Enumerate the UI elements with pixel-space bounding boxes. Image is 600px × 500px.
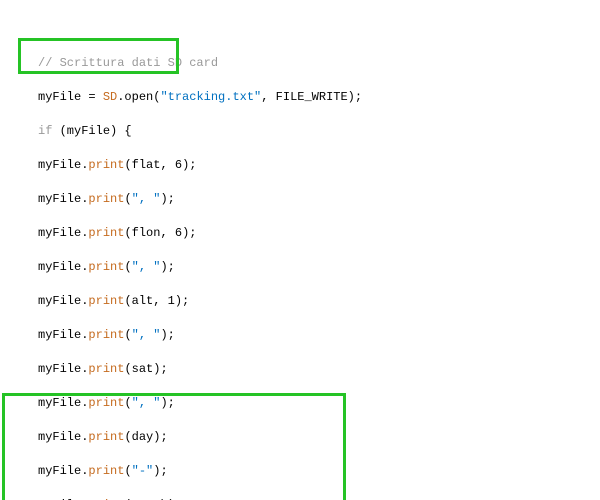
code-line: if (myFile) { [0,123,600,140]
code-line: myFile.print(", "); [0,327,600,344]
code-line: myFile.print(", "); [0,191,600,208]
code-line: myFile.print(day); [0,429,600,446]
code-line: myFile.print(", "); [0,259,600,276]
code-line: myFile.print(sat); [0,361,600,378]
code-line: myFile.print("-"); [0,463,600,480]
code-line: myFile.print(flon, 6); [0,225,600,242]
code-line: // Scrittura dati SD card [0,55,600,72]
code-line: myFile = SD.open("tracking.txt", FILE_WR… [0,89,600,106]
code-line: myFile.print(", "); [0,395,600,412]
code-line: myFile.print(alt, 1); [0,293,600,310]
code-line: myFile.print(flat, 6); [0,157,600,174]
code-block: // Scrittura dati SD card myFile = SD.op… [0,0,600,500]
